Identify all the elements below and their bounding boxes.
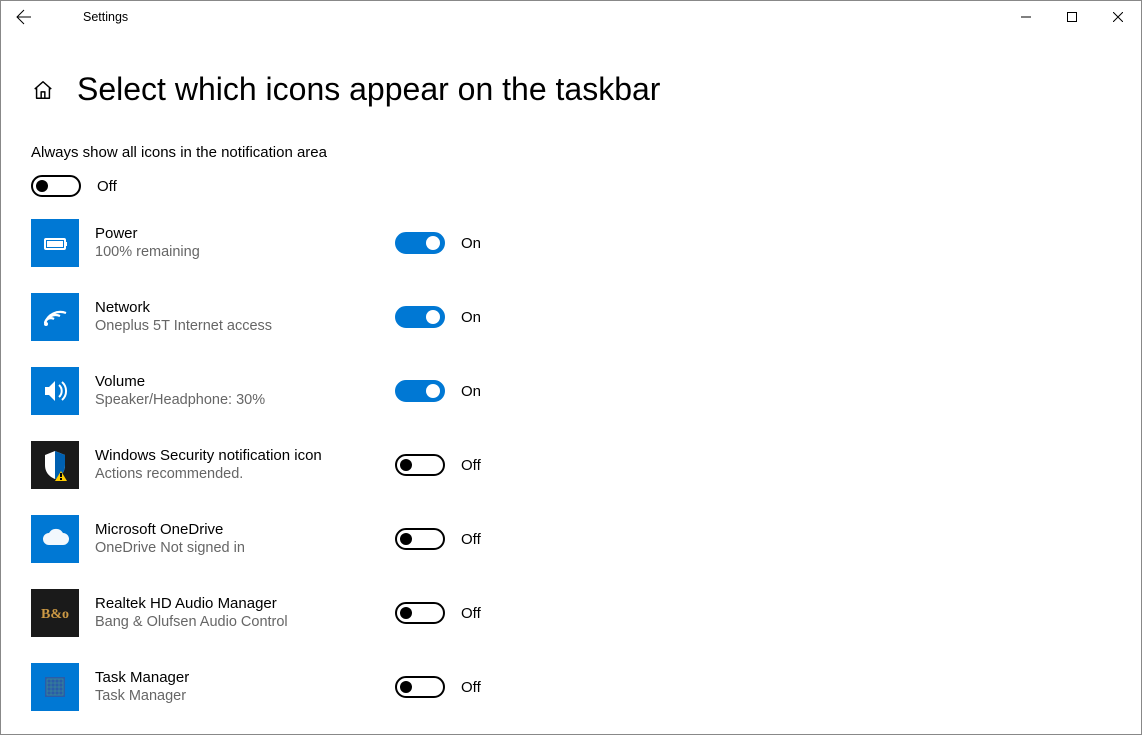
toggle-knob [400, 533, 412, 545]
item-toggle-state: Off [461, 679, 481, 696]
item-title: Volume [95, 372, 395, 392]
item-toggle[interactable] [395, 602, 445, 624]
item-toggle[interactable] [395, 528, 445, 550]
item-text: Power100% remaining [95, 224, 395, 262]
item-toggle-state: Off [461, 531, 481, 548]
item-toggle-state: On [461, 235, 481, 252]
item-title: Windows Security notification icon [95, 446, 395, 466]
item-toggle-state: On [461, 383, 481, 400]
maximize-icon [1067, 12, 1077, 22]
item-title: Microsoft OneDrive [95, 520, 395, 540]
item-text: VolumeSpeaker/Headphone: 30% [95, 372, 395, 410]
page-title: Select which icons appear on the taskbar [77, 71, 660, 108]
taskbar-icon-row: Windows Security notification iconAction… [31, 441, 1111, 489]
item-toggle-state: On [461, 309, 481, 326]
taskbar-icon-row: NetworkOneplus 5T Internet access On [31, 293, 1111, 341]
toggle-knob [426, 310, 440, 324]
taskbar-icon-row: Task ManagerTask Manager Off [31, 663, 1111, 711]
item-subtitle: Task Manager [95, 687, 395, 706]
bo-icon [31, 589, 79, 637]
chip-icon [31, 663, 79, 711]
item-text: NetworkOneplus 5T Internet access [95, 298, 395, 336]
item-text: Microsoft OneDriveOneDrive Not signed in [95, 520, 395, 558]
header-row: Select which icons appear on the taskbar [31, 71, 1111, 108]
window-controls [1003, 1, 1141, 33]
minimize-icon [1021, 12, 1031, 22]
titlebar: Settings [1, 1, 1141, 33]
master-toggle-state: Off [97, 178, 117, 195]
settings-window: Settings Select which icons appear on th… [0, 0, 1142, 735]
toggle-knob [426, 384, 440, 398]
item-toggle[interactable] [395, 380, 445, 402]
item-toggle-wrap: On [395, 306, 481, 328]
item-toggle-wrap: Off [395, 676, 481, 698]
item-text: Windows Security notification iconAction… [95, 446, 395, 484]
item-toggle-wrap: Off [395, 528, 481, 550]
item-title: Realtek HD Audio Manager [95, 594, 395, 614]
item-toggle[interactable] [395, 306, 445, 328]
master-toggle-label: Always show all icons in the notificatio… [31, 144, 1111, 161]
back-button[interactable] [1, 1, 47, 33]
item-toggle-state: Off [461, 457, 481, 474]
item-subtitle: Oneplus 5T Internet access [95, 317, 395, 336]
minimize-button[interactable] [1003, 1, 1049, 33]
toggle-knob [426, 236, 440, 250]
maximize-button[interactable] [1049, 1, 1095, 33]
item-subtitle: Speaker/Headphone: 30% [95, 391, 395, 410]
toggle-knob [400, 681, 412, 693]
items-list: Power100% remainingOnNetworkOneplus 5T I… [31, 219, 1111, 711]
item-toggle[interactable] [395, 454, 445, 476]
wifi-icon [31, 293, 79, 341]
battery-icon [31, 219, 79, 267]
app-title: Settings [83, 10, 128, 24]
item-toggle[interactable] [395, 676, 445, 698]
taskbar-icon-row: Realtek HD Audio ManagerBang & Olufsen A… [31, 589, 1111, 637]
item-title: Power [95, 224, 395, 244]
taskbar-icon-row: Power100% remaining On [31, 219, 1111, 267]
item-subtitle: Bang & Olufsen Audio Control [95, 613, 395, 632]
shield-icon [31, 441, 79, 489]
close-icon [1113, 12, 1123, 22]
item-text: Realtek HD Audio ManagerBang & Olufsen A… [95, 594, 395, 632]
item-toggle-state: Off [461, 605, 481, 622]
item-subtitle: 100% remaining [95, 243, 395, 262]
toggle-knob [400, 607, 412, 619]
home-button[interactable] [31, 78, 55, 102]
taskbar-icon-row: Microsoft OneDriveOneDrive Not signed in… [31, 515, 1111, 563]
item-toggle-wrap: On [395, 232, 481, 254]
content: Select which icons appear on the taskbar… [1, 33, 1141, 734]
item-toggle[interactable] [395, 232, 445, 254]
titlebar-left: Settings [1, 1, 128, 33]
item-title: Task Manager [95, 668, 395, 688]
toggle-knob [36, 180, 48, 192]
master-toggle-row: Off [31, 175, 1111, 197]
item-toggle-wrap: On [395, 380, 481, 402]
item-toggle-wrap: Off [395, 454, 481, 476]
item-subtitle: Actions recommended. [95, 465, 395, 484]
item-text: Task ManagerTask Manager [95, 668, 395, 706]
close-button[interactable] [1095, 1, 1141, 33]
item-subtitle: OneDrive Not signed in [95, 539, 395, 558]
speaker-icon [31, 367, 79, 415]
home-icon [32, 79, 54, 101]
toggle-knob [400, 459, 412, 471]
item-title: Network [95, 298, 395, 318]
master-toggle[interactable] [31, 175, 81, 197]
cloud-icon [31, 515, 79, 563]
item-toggle-wrap: Off [395, 602, 481, 624]
back-arrow-icon [16, 9, 32, 25]
taskbar-icon-row: VolumeSpeaker/Headphone: 30% On [31, 367, 1111, 415]
